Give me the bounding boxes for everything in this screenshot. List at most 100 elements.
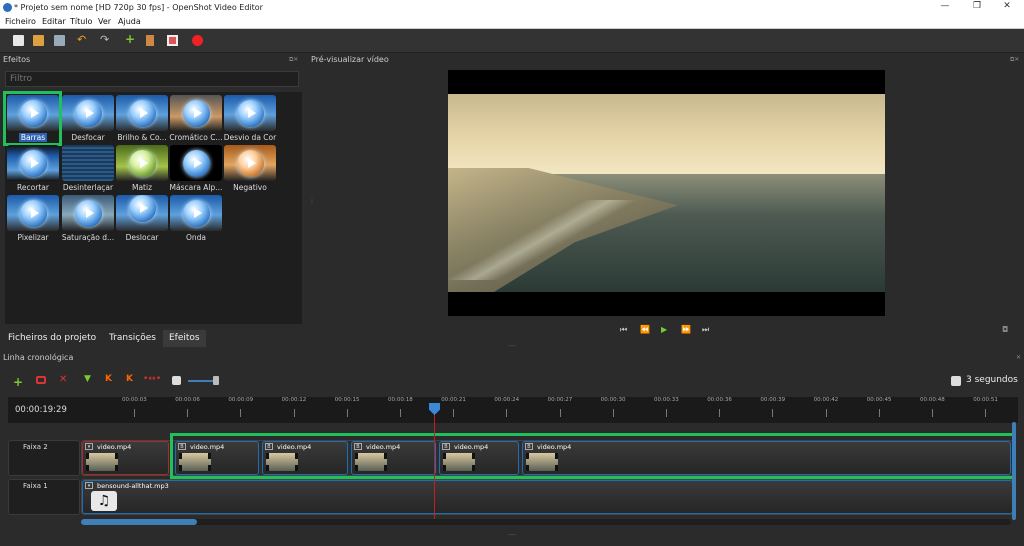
track-header-faixa-2[interactable]: Faixa 2 [8, 440, 80, 476]
effect-thumb-icon [170, 95, 222, 131]
ruler-tick-label: 00:00:15 [334, 397, 360, 403]
ruler-tick-mark [187, 409, 189, 417]
fast-forward-icon[interactable]: ⏩ [681, 325, 691, 334]
open-project-icon[interactable] [33, 35, 44, 46]
minimize-button[interactable]: — [930, 1, 960, 11]
splitter-handle[interactable]: ⋮ [308, 196, 316, 205]
profile-icon[interactable] [146, 35, 154, 46]
bottom-tabs: Ficheiros do projeto Transições Efeitos [0, 330, 304, 347]
new-project-icon[interactable] [13, 35, 24, 46]
menu-bar: Ficheiro Editar Título Ver Ajuda [0, 15, 1024, 29]
ruler-tick-label: 00:00:09 [228, 397, 254, 403]
effect-item-cromatico[interactable]: Cromático C... [169, 93, 223, 145]
effect-item-desvio-cor[interactable]: Desvio da Cor [223, 93, 277, 145]
maximize-button[interactable]: ❐ [962, 1, 992, 11]
tab-transicoes[interactable]: Transições [103, 330, 162, 347]
ruler-tick-label: 00:00:24 [494, 397, 520, 403]
effect-thumb-icon [170, 195, 222, 231]
camera-snapshot-icon[interactable]: ◘ [1002, 325, 1008, 334]
splitter-handle[interactable]: — [508, 341, 516, 350]
previous-marker-icon[interactable]: K [105, 374, 116, 385]
effect-thumb-icon [224, 95, 276, 131]
dock-close-icon[interactable]: ✕ [1016, 354, 1021, 361]
effect-thumb-icon [116, 95, 168, 131]
dock-float-close-icon[interactable]: ⧉✕ [289, 56, 298, 64]
clip-menu-icon[interactable]: ▾ [85, 482, 93, 489]
track-header-faixa-1[interactable]: Faixa 1 [8, 479, 80, 515]
tab-ficheiros-projeto[interactable]: Ficheiros do projeto [2, 330, 102, 347]
menu-ficheiro[interactable]: Ficheiro [5, 17, 36, 26]
jump-start-icon[interactable]: ⏮ [620, 325, 627, 335]
menu-titulo[interactable]: Título [70, 17, 92, 26]
jump-end-icon[interactable]: ⏭ [702, 325, 709, 335]
clip-audio[interactable]: ▾ bensound-allthat.mp3 ♫ [82, 480, 1013, 514]
effect-item-brilho[interactable]: Brilho & Co... [115, 93, 169, 145]
ruler-tick-label: 00:00:06 [175, 397, 200, 403]
effect-item-negativo[interactable]: Negativo [223, 143, 277, 195]
ruler-tick-mark [134, 409, 135, 417]
ruler-tick-label: 00:00:18 [388, 397, 413, 403]
main-toolbar: ↶ ↷ + [0, 29, 1024, 53]
effect-thumb-icon [116, 195, 168, 231]
ruler-tick-label: 00:00:39 [760, 397, 786, 403]
fullscreen-icon[interactable] [167, 35, 178, 46]
effects-filter-input[interactable] [5, 71, 299, 87]
center-playhead-icon[interactable]: •↔• [143, 374, 161, 385]
effect-item-saturacao[interactable]: Saturação d... [61, 193, 115, 245]
timeline-scrollbar[interactable] [81, 519, 1011, 525]
ruler-tick-mark [932, 409, 933, 417]
menu-editar[interactable]: Editar [42, 17, 66, 26]
clip-menu-icon[interactable]: ▾ [85, 443, 93, 450]
ruler-tick-label: 00:00:03 [122, 397, 147, 403]
effect-item-matiz[interactable]: Matiz [115, 143, 169, 195]
dock-float-close-icon[interactable]: ⧉✕ [1010, 56, 1019, 64]
rewind-icon[interactable]: ⏪ [640, 325, 650, 334]
menu-ajuda[interactable]: Ajuda [118, 17, 141, 26]
snapping-icon[interactable] [36, 376, 46, 384]
ruler-tick-mark [985, 409, 987, 417]
effect-thumb-icon [7, 145, 59, 181]
video-preview [448, 70, 885, 316]
ruler-tick-label: 00:00:27 [547, 397, 573, 403]
import-files-icon[interactable]: + [125, 32, 136, 46]
ruler-tick-label: 00:00:36 [707, 397, 732, 403]
timeline-vertical-scrollbar[interactable] [1012, 422, 1016, 520]
playhead-line [434, 403, 435, 521]
play-icon[interactable]: ▶ [661, 325, 667, 334]
effect-item-pixelizar[interactable]: Pixelizar [6, 193, 60, 245]
tab-efeitos[interactable]: Efeitos [163, 330, 206, 347]
export-video-icon[interactable] [192, 35, 203, 46]
effect-item-recortar[interactable]: Recortar [6, 143, 60, 195]
add-marker-icon[interactable]: ▼ [84, 374, 95, 385]
ruler-tick-label: 00:00:51 [973, 397, 998, 403]
effect-item-barras[interactable]: Barras [6, 93, 60, 145]
ruler-tick-label: 00:00:42 [813, 397, 839, 403]
zoom-in-icon[interactable] [951, 376, 961, 386]
ruler-tick-mark [666, 409, 667, 417]
menu-ver[interactable]: Ver [98, 17, 111, 26]
effect-item-mascara-alpha[interactable]: Máscara Alp... [169, 143, 223, 195]
ruler-tick-label: 00:00:12 [281, 397, 307, 403]
timeline-scrollbar-thumb[interactable] [81, 519, 197, 525]
zoom-slider-handle[interactable] [213, 376, 219, 385]
highlight-box-clips [170, 433, 1016, 479]
close-button[interactable]: ✕ [992, 1, 1022, 11]
music-note-icon: ♫ [91, 491, 117, 511]
save-project-icon[interactable] [54, 35, 65, 46]
preview-dock-title: Pré-visualizar vídeo [311, 55, 389, 64]
splitter-handle[interactable]: — [508, 530, 516, 539]
razor-icon[interactable]: ✕ [59, 374, 70, 385]
redo-icon[interactable]: ↷ [100, 33, 111, 46]
next-marker-icon[interactable]: K [126, 374, 137, 385]
ruler-tick-mark [346, 409, 348, 417]
ruler-tick-mark [400, 409, 401, 417]
effect-item-desinterlacar[interactable]: Desinterlaçar [61, 143, 115, 195]
add-track-icon[interactable]: + [13, 375, 24, 389]
effect-item-desfocar[interactable]: Desfocar [61, 93, 115, 145]
zoom-out-icon[interactable] [172, 376, 181, 385]
effect-item-onda[interactable]: Onda [169, 193, 223, 245]
effect-item-deslocar[interactable]: Deslocar [115, 193, 169, 245]
undo-icon[interactable]: ↶ [77, 33, 88, 46]
clip-video-1[interactable]: ▾ video.mp4 [82, 441, 169, 475]
ruler-tick-mark [612, 409, 614, 417]
